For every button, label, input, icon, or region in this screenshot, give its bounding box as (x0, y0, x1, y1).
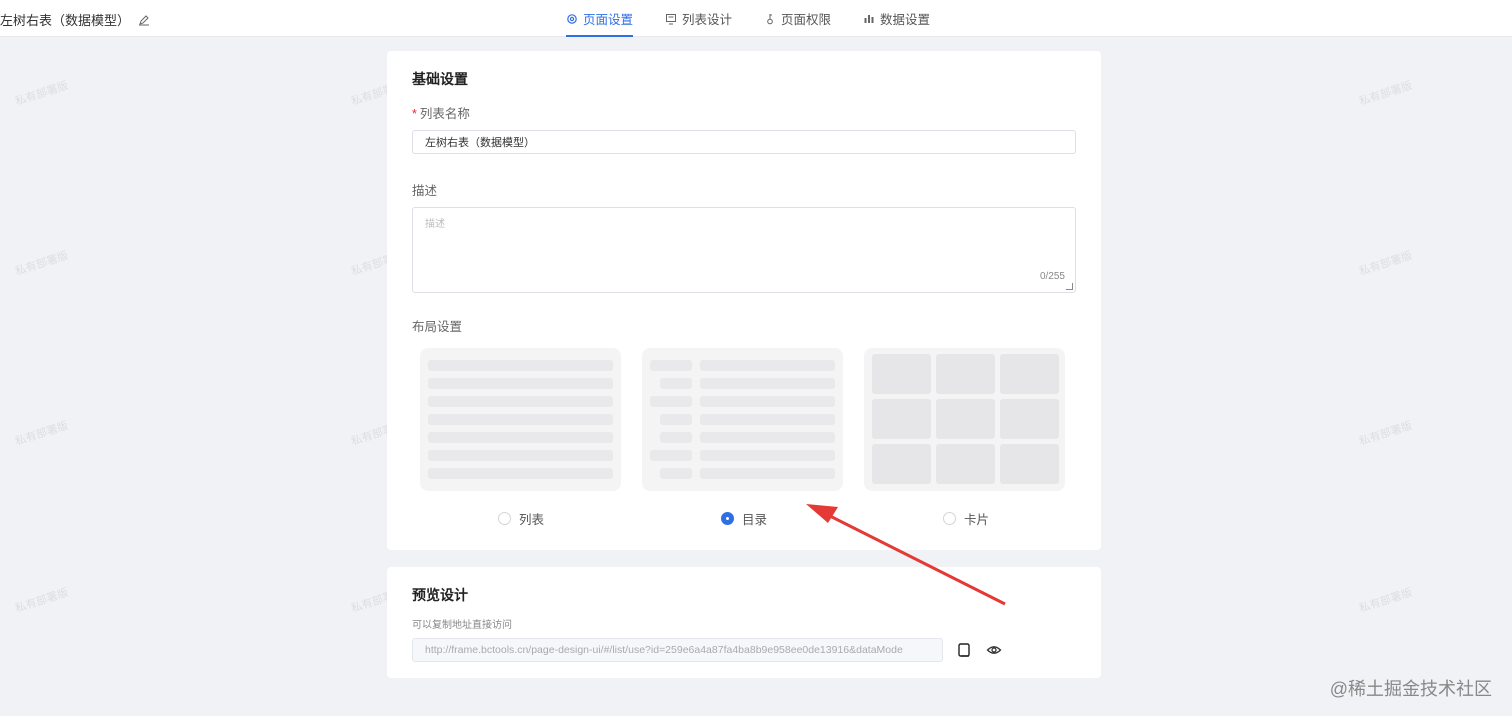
tab-bar: 页面设置 列表设计 页面权限 数据设置 (566, 0, 930, 37)
watermark: 私有部署版 (1357, 419, 1414, 449)
gear-icon (566, 13, 578, 25)
watermark: 私有部署版 (13, 419, 70, 449)
preview-hint: 可以复制地址直接访问 (412, 620, 512, 631)
description-textarea[interactable]: 描述 0/255 (412, 207, 1076, 293)
basic-settings-card: 基础设置 *列表名称 左树右表（数据模型） 描述 描述 0/255 布局设置 (387, 51, 1101, 550)
watermark: 私有部署版 (1357, 249, 1414, 279)
radio-label: 列表 (519, 513, 545, 527)
thumb-card (872, 399, 931, 439)
tab-page-settings[interactable]: 页面设置 (566, 0, 634, 37)
list-design-icon (665, 13, 677, 25)
layout-card-thumbnail[interactable] (864, 348, 1065, 491)
radio-button[interactable] (498, 512, 511, 525)
watermark: 私有部署版 (1357, 79, 1414, 109)
description-label: 描述 (412, 184, 438, 198)
thumb-tree-row (660, 378, 692, 389)
thumb-card (936, 444, 995, 484)
tab-page-permission[interactable]: 页面权限 (764, 0, 831, 37)
layout-label: 布局设置 (412, 320, 463, 334)
thumb-tree-row (660, 468, 692, 479)
edit-icon[interactable] (138, 14, 150, 26)
thumb-row (700, 468, 835, 479)
thumb-row (700, 360, 835, 371)
layout-directory-thumbnail[interactable] (642, 348, 843, 491)
thumb-tree-row (650, 360, 692, 371)
thumb-row (428, 360, 613, 371)
preview-url: http://frame.bctools.cn/page-design-ui/#… (425, 644, 903, 656)
brand-watermark: @稀土掘金技术社区 (1329, 679, 1492, 699)
tab-label: 列表设计 (682, 13, 733, 27)
resize-handle[interactable] (1066, 283, 1073, 290)
thumb-row (428, 396, 613, 407)
thumb-card (1000, 444, 1059, 484)
thumb-row (700, 432, 835, 443)
preview-design-card: 预览设计 可以复制地址直接访问 http://frame.bctools.cn/… (387, 567, 1101, 678)
thumb-card (872, 444, 931, 484)
thumb-row (700, 396, 835, 407)
bar-chart-icon (863, 13, 875, 25)
tab-label: 页面权限 (781, 13, 832, 27)
page-title: 左树右表（数据模型） (0, 13, 131, 28)
list-name-input[interactable]: 左树右表（数据模型） (412, 130, 1076, 154)
tab-data-settings[interactable]: 数据设置 (863, 0, 930, 37)
tab-list-design[interactable]: 列表设计 (665, 0, 732, 37)
required-mark: * (412, 107, 417, 121)
thumb-row (428, 432, 613, 443)
watermark: 私有部署版 (13, 586, 70, 616)
watermark: 私有部署版 (13, 249, 70, 279)
preview-url-input[interactable]: http://frame.bctools.cn/page-design-ui/#… (412, 638, 943, 662)
list-name-label-text: 列表名称 (419, 107, 470, 121)
char-counter: 0/255 (1039, 271, 1065, 282)
thumb-row (700, 378, 835, 389)
copy-icon[interactable] (955, 641, 973, 659)
thumb-card (936, 399, 995, 439)
thumb-row (428, 414, 613, 425)
thumb-tree-row (650, 396, 692, 407)
page-title-area: 左树右表（数据模型） (0, 10, 150, 29)
layout-radio-directory[interactable]: 目录 (721, 509, 767, 528)
watermark: 私有部署版 (1357, 586, 1414, 616)
thumb-tree-row (660, 414, 692, 425)
layout-list-thumbnail[interactable] (420, 348, 621, 491)
tab-label: 页面设置 (583, 13, 634, 27)
layout-radio-card[interactable]: 卡片 (943, 509, 989, 528)
thumb-tree-row (650, 450, 692, 461)
thumb-tree-row (660, 432, 692, 443)
thumb-card (1000, 399, 1059, 439)
description-placeholder: 描述 (425, 219, 445, 230)
thumb-card (936, 354, 995, 394)
section-title: 预览设计 (412, 587, 468, 603)
watermark: 私有部署版 (13, 79, 70, 109)
radio-label: 目录 (742, 513, 768, 527)
list-name-label: * 列表名称 (412, 103, 470, 122)
tab-label: 数据设置 (880, 13, 931, 27)
eye-icon[interactable] (985, 641, 1003, 659)
top-bar: 左树右表（数据模型） 页面设置 列表设计 页面权限 数据设置 (0, 0, 1512, 37)
radio-button[interactable] (943, 512, 956, 525)
thumb-card (872, 354, 931, 394)
thumb-card (1000, 354, 1059, 394)
thumb-row (428, 450, 613, 461)
radio-button-checked[interactable] (721, 512, 734, 525)
layout-radio-list[interactable]: 列表 (498, 509, 544, 528)
thumb-row (700, 450, 835, 461)
section-title: 基础设置 (412, 71, 468, 87)
thumb-row (700, 414, 835, 425)
thumb-row (428, 378, 613, 389)
list-name-value: 左树右表（数据模型） (425, 137, 535, 149)
thumb-row (428, 468, 613, 479)
key-icon (764, 13, 776, 25)
radio-label: 卡片 (964, 513, 990, 527)
